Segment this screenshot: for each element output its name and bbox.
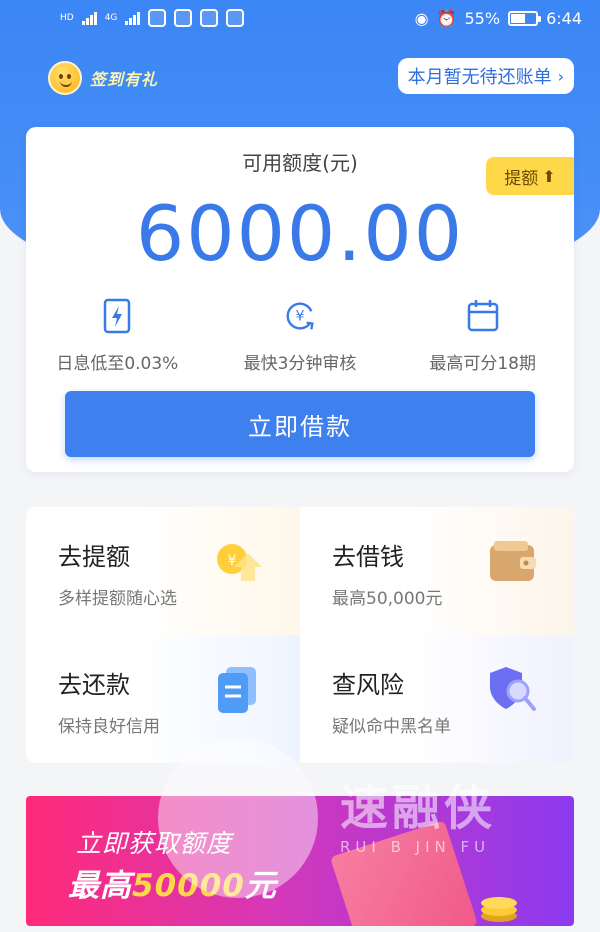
hotspot-icon bbox=[174, 9, 193, 27]
app-notification-icon-2 bbox=[226, 9, 245, 27]
feature-interest: 日息低至0.03% bbox=[26, 297, 209, 374]
app-notification-icon bbox=[148, 9, 167, 27]
chrome-notification-icon bbox=[200, 9, 219, 27]
coins-icon bbox=[481, 897, 517, 922]
status-right: ◉ ⏰ 55% 6:44 bbox=[415, 9, 582, 28]
action-subtitle: 多样提额随心选 bbox=[58, 589, 177, 609]
watermark-logo bbox=[158, 738, 318, 898]
feature-list: 日息低至0.03% ¥ 最快3分钟审核 最高可分18期 bbox=[26, 297, 574, 374]
battery-icon bbox=[508, 10, 542, 26]
action-borrow[interactable]: 去借钱 最高50,000元 bbox=[300, 507, 574, 635]
action-raise-limit[interactable]: 去提额 多样提额随心选 ¥ bbox=[26, 507, 300, 635]
arrow-up-icon: ⬆ bbox=[542, 166, 556, 186]
bill-status-label: 本月暂无待还账单 bbox=[407, 67, 552, 88]
alarm-icon: ⏰ bbox=[436, 8, 457, 28]
available-amount: 6000.00 bbox=[135, 189, 465, 278]
credit-card: 可用额度(元) 提额 ⬆ 6000.00 日息低至0.03% ¥ 最快3分钟审核 bbox=[26, 127, 574, 472]
feature-installment-text: 最高可分18期 bbox=[429, 354, 536, 374]
raise-limit-label: 提额 bbox=[504, 168, 539, 189]
checkin-button[interactable]: 签到有礼 bbox=[48, 58, 158, 98]
lightning-card-icon bbox=[104, 298, 131, 334]
bill-status-button[interactable]: 本月暂无待还账单 › bbox=[397, 58, 574, 94]
feature-installment: 最高可分18期 bbox=[391, 297, 574, 374]
signal-icon-2 bbox=[125, 11, 141, 25]
signal-icon bbox=[81, 11, 97, 25]
action-subtitle: 最高50,000元 bbox=[332, 589, 443, 609]
action-subtitle: 疑似命中黑名单 bbox=[332, 717, 451, 737]
chevron-right-icon: › bbox=[557, 66, 564, 86]
smiley-icon bbox=[48, 61, 82, 95]
borrow-now-button[interactable]: 立即借款 bbox=[65, 391, 535, 457]
yuan-refresh-icon: ¥ bbox=[286, 302, 314, 330]
status-bar: HD 4G ◉ ⏰ 55% 6:44 bbox=[0, 0, 600, 36]
feature-review-text: 最快3分钟审核 bbox=[243, 354, 357, 374]
wallet-icon bbox=[490, 541, 536, 581]
svg-text:¥: ¥ bbox=[295, 309, 304, 325]
watermark-text: 速融侠 bbox=[340, 780, 497, 836]
action-grid: 去提额 多样提额随心选 ¥ 去借钱 最高50,000元 去还款 保持良好信用 查… bbox=[26, 507, 574, 763]
document-icon bbox=[218, 667, 256, 713]
coin-up-icon: ¥ bbox=[217, 544, 262, 581]
action-subtitle: 保持良好信用 bbox=[58, 717, 160, 737]
shield-search-icon bbox=[490, 667, 536, 711]
action-check-risk[interactable]: 查风险 疑似命中黑名单 bbox=[300, 635, 574, 763]
network-hd-label: HD bbox=[60, 13, 74, 23]
clock: 6:44 bbox=[546, 8, 582, 28]
eye-icon: ◉ bbox=[414, 8, 429, 28]
banner-prefix: 最高 bbox=[68, 868, 132, 904]
calendar-icon bbox=[467, 300, 498, 332]
status-left: HD 4G bbox=[60, 9, 245, 27]
checkin-label: 签到有礼 bbox=[90, 70, 159, 89]
feature-interest-text: 日息低至0.03% bbox=[56, 354, 179, 374]
network-4g-label: 4G bbox=[104, 13, 118, 23]
feature-review: ¥ 最快3分钟审核 bbox=[209, 297, 392, 374]
watermark-subtext: RUI B JIN FU bbox=[340, 838, 491, 856]
battery-percent: 55% bbox=[464, 8, 501, 28]
